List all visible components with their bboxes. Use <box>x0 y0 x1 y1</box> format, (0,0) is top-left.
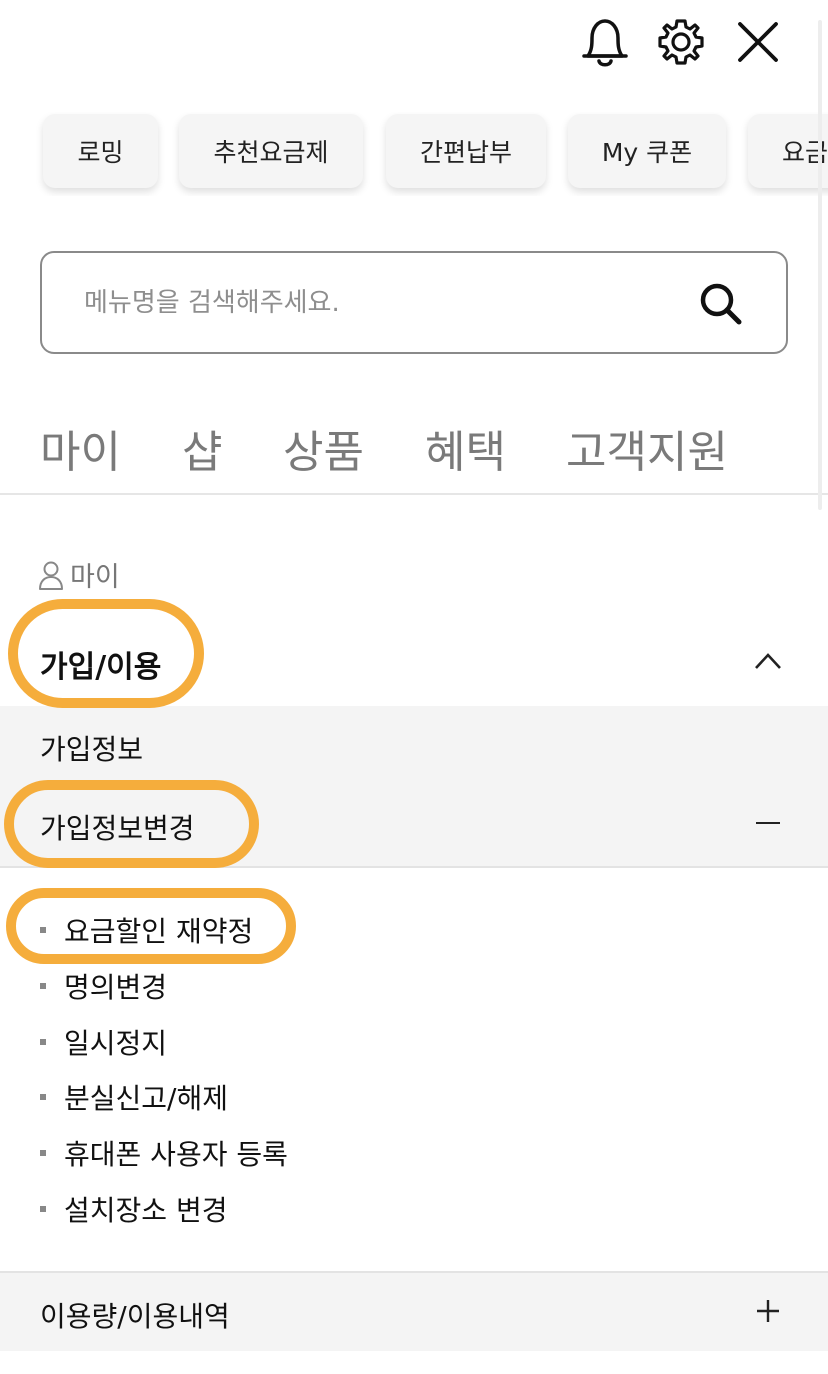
bullet-icon <box>40 1150 46 1156</box>
list-item-label: 요금할인 재약정 <box>64 915 254 948</box>
list-item[interactable]: 설치장소 변경 <box>40 1189 227 1229</box>
list-item-label: 명의변경 <box>64 971 168 1004</box>
person-icon <box>39 561 63 590</box>
submenu-item-join-info[interactable]: 가입정보 <box>40 728 143 768</box>
quick-menu-chips: 로밍 추천요금제 간편납부 My 쿠폰 요금 <box>0 112 828 196</box>
list-item[interactable]: 분실신고/해제 <box>40 1077 228 1117</box>
menu-group-header[interactable]: 가입/이용 <box>0 618 828 706</box>
bullet-icon <box>40 927 46 933</box>
minus-icon[interactable] <box>756 822 780 824</box>
search-input[interactable] <box>84 283 664 323</box>
submenu-item-change-join-info[interactable]: 가입정보변경 <box>40 807 195 847</box>
search-icon[interactable] <box>696 279 746 329</box>
submenu-area: 가입정보 가입정보변경 <box>0 706 828 868</box>
tab-my[interactable]: 마이 <box>40 416 121 480</box>
chip-recommended-plan[interactable]: 추천요금제 <box>179 114 363 188</box>
bell-icon <box>582 19 628 67</box>
list-item-label: 휴대폰 사용자 등록 <box>64 1138 288 1171</box>
list-item[interactable]: 명의변경 <box>40 966 167 1006</box>
bullet-icon <box>40 983 46 989</box>
chip-roaming[interactable]: 로밍 <box>43 114 158 188</box>
tab-products[interactable]: 상품 <box>283 416 364 480</box>
bullet-icon <box>40 1094 46 1100</box>
section-label-text: 마이 <box>70 562 120 593</box>
tab-customer-support[interactable]: 고객지원 <box>566 416 728 480</box>
tab-shop[interactable]: 샵 <box>182 416 222 480</box>
close-icon <box>738 22 778 62</box>
menu-group-usage-title: 이용량/이용내역 <box>40 1300 230 1333</box>
section-label: 마이 <box>38 555 120 594</box>
bullet-icon <box>40 1206 46 1212</box>
notification-button[interactable] <box>575 12 635 72</box>
list-item-label: 일시정지 <box>64 1027 168 1060</box>
chip-my-coupon[interactable]: My 쿠폰 <box>568 114 726 188</box>
chevron-up-icon[interactable] <box>752 648 784 672</box>
scrollbar[interactable] <box>818 20 822 510</box>
list-item[interactable]: 요금할인 재약정 <box>40 910 253 950</box>
settings-button[interactable] <box>651 12 711 72</box>
category-tabs: 마이 샵 상품 혜택 고객지원 <box>0 400 828 495</box>
menu-group-usage[interactable]: 이용량/이용내역 <box>0 1271 828 1351</box>
plus-icon[interactable] <box>756 1299 780 1323</box>
close-button[interactable] <box>728 12 788 72</box>
tab-benefits[interactable]: 혜택 <box>425 416 506 480</box>
list-item[interactable]: 일시정지 <box>40 1022 167 1062</box>
chip-fee[interactable]: 요금 <box>748 114 828 188</box>
list-item-label: 설치장소 변경 <box>64 1194 228 1227</box>
menu-group-title: 가입/이용 <box>40 650 162 685</box>
gear-icon <box>658 19 704 65</box>
top-bar <box>0 0 828 90</box>
bullet-icon <box>40 1039 46 1045</box>
list-item-label: 분실신고/해제 <box>64 1082 228 1115</box>
search-box <box>40 251 788 354</box>
list-item[interactable]: 휴대폰 사용자 등록 <box>40 1133 288 1173</box>
chip-easy-payment[interactable]: 간편납부 <box>386 114 546 188</box>
